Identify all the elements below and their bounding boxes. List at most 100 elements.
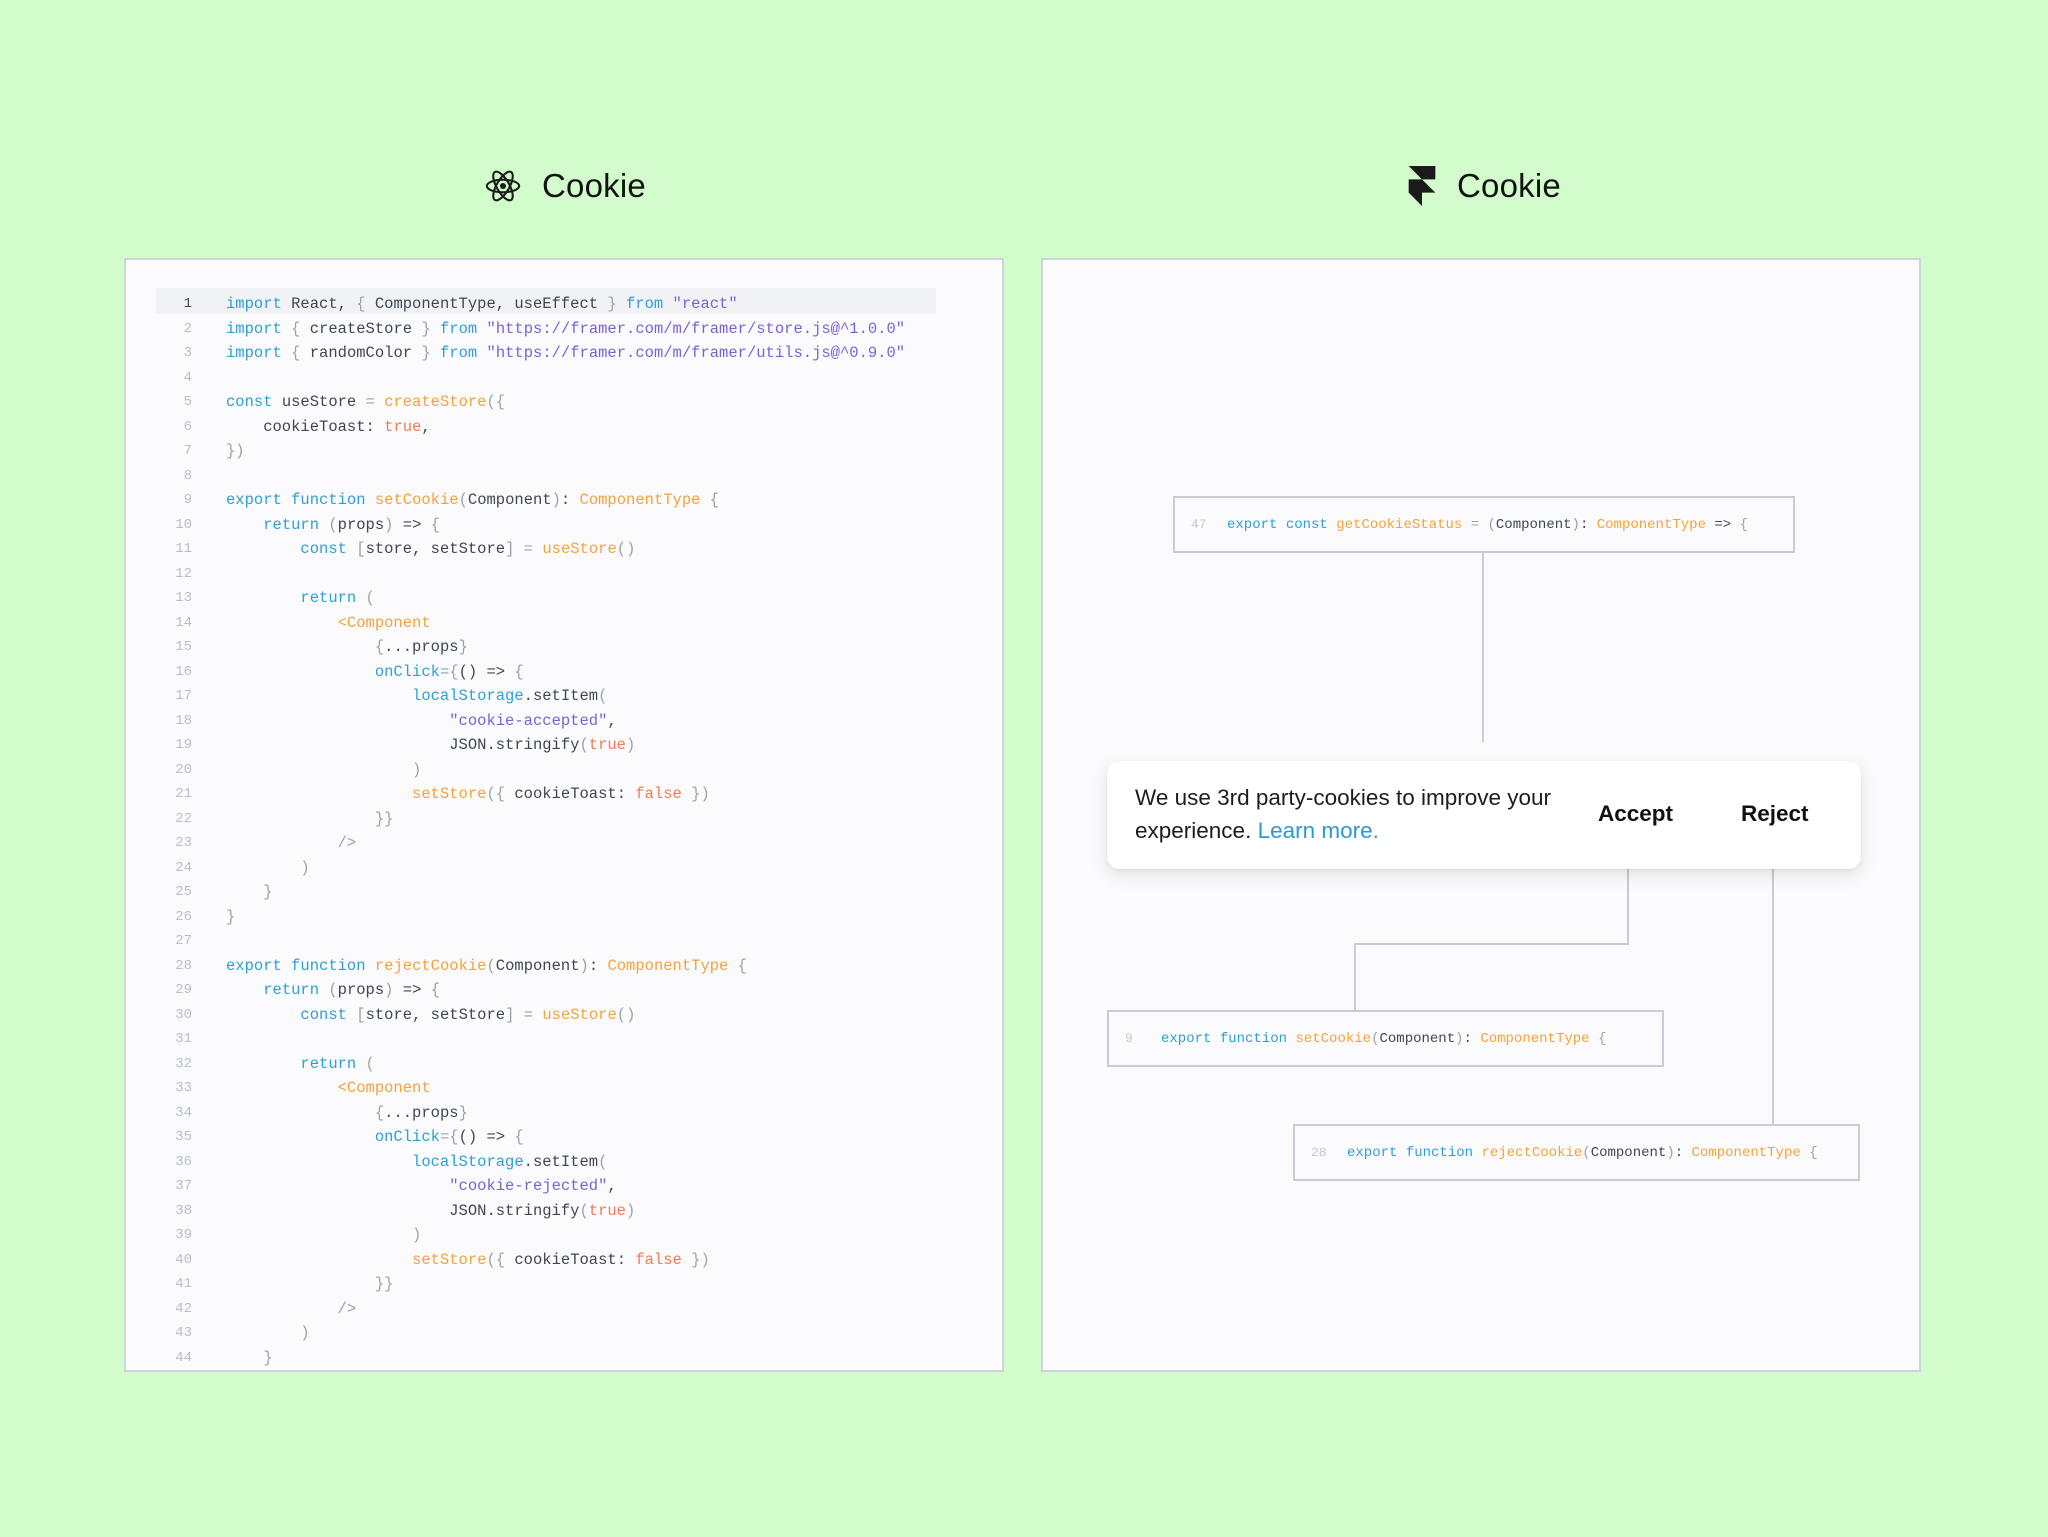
code-token: ( xyxy=(486,785,496,803)
code-token: : xyxy=(588,956,608,975)
line-source: } xyxy=(226,880,273,905)
code-token: false xyxy=(635,1250,682,1269)
code-token: Component xyxy=(1379,1030,1456,1047)
code-token: ( xyxy=(598,1152,608,1171)
code-token: }) xyxy=(691,785,710,803)
line-source: }} xyxy=(226,807,394,832)
line-number: 44 xyxy=(175,1349,192,1366)
code-token: ( xyxy=(328,515,338,534)
code-token: from xyxy=(439,319,478,338)
snippet-line-number: 47 xyxy=(1191,517,1207,532)
code-token: ] xyxy=(505,540,515,558)
code-editor-panel[interactable]: 1 import React, { ComponentType, useEffec… xyxy=(124,258,1004,1372)
code-token: store, setStore xyxy=(365,1005,506,1024)
code-token: /> xyxy=(337,1299,357,1318)
line-number: 33 xyxy=(175,1080,192,1096)
code-line: 37 "cookie-rejected", xyxy=(126,1174,1002,1199)
line-source: JSON.stringify(true) xyxy=(226,1199,635,1224)
code-line: 26} xyxy=(126,905,1002,930)
code-line: 27 xyxy=(126,929,1002,954)
code-line: 35 onClick={() => { xyxy=(126,1125,1002,1150)
line-number: 36 xyxy=(175,1153,192,1170)
code-line: 22 }} xyxy=(126,807,1002,832)
line-source: ) xyxy=(226,1321,309,1346)
reject-button[interactable]: Reject xyxy=(1741,801,1809,827)
line-source: /> xyxy=(226,1297,357,1322)
code-token: const xyxy=(300,1005,347,1024)
code-token: ComponentType xyxy=(1691,1144,1801,1161)
snippet-get-cookie-status[interactable]: 47 export const getCookieStatus = (Compo… xyxy=(1173,496,1795,553)
connector-accept-h xyxy=(1354,943,1629,945)
code-token: true xyxy=(588,1201,626,1220)
line-number: 39 xyxy=(175,1227,192,1243)
framer-icon xyxy=(1407,166,1437,206)
code-token: from xyxy=(439,344,478,362)
code-token: { xyxy=(737,956,747,975)
code-token: => xyxy=(393,981,431,999)
snippet-set-cookie[interactable]: 9 export function setCookie(Component): … xyxy=(1107,1010,1664,1067)
snippet-code: export function rejectCookie(Component):… xyxy=(1347,1145,1818,1161)
code-token: /> xyxy=(337,834,357,852)
code-token: ) xyxy=(1571,516,1580,533)
code-token: } xyxy=(263,883,273,901)
code-line: 21 setStore({ cookieToast: false }) xyxy=(126,782,1002,807)
code-token: { xyxy=(1739,516,1748,533)
line-number: 2 xyxy=(183,320,192,337)
react-icon xyxy=(484,167,522,205)
code-token: ( xyxy=(458,491,468,509)
code-token: ComponentType xyxy=(1480,1030,1590,1047)
code-token: ({ xyxy=(486,393,506,411)
code-token: from xyxy=(626,295,664,313)
code-line: 28 export function rejectCookie(Component… xyxy=(126,954,1002,979)
code-line: 29 return (props) => { xyxy=(126,978,1002,1003)
code-line: 39 ) xyxy=(126,1223,1002,1248)
line-number: 18 xyxy=(175,712,192,729)
line-number: 37 xyxy=(175,1178,192,1194)
code-token: Component xyxy=(1495,516,1572,533)
line-source: "cookie-accepted", xyxy=(226,709,616,734)
line-source: }) xyxy=(226,439,245,464)
code-line: 33 <Component xyxy=(126,1076,1002,1101)
snippet-reject-cookie[interactable]: 28 export function rejectCookie(Componen… xyxy=(1293,1124,1860,1181)
code-token: ) xyxy=(300,858,310,877)
code-token: , xyxy=(607,1177,617,1195)
code-token: ( xyxy=(1487,516,1496,533)
learn-more-link[interactable]: Learn more. xyxy=(1258,818,1379,843)
line-number: 32 xyxy=(175,1055,192,1072)
code-token: { xyxy=(374,1103,385,1122)
code-token: false xyxy=(635,785,682,803)
code-token: function xyxy=(291,956,366,975)
code-token: ) xyxy=(626,736,636,754)
line-number: 6 xyxy=(183,418,192,435)
code-token: } xyxy=(226,907,236,926)
code-token: createStore xyxy=(384,393,487,411)
code-token: ) xyxy=(579,956,589,975)
code-listing[interactable]: 1 import React, { ComponentType, useEffec… xyxy=(126,292,1002,1370)
code-token: ) xyxy=(1666,1144,1675,1161)
code-token: } xyxy=(421,319,431,338)
line-source: import { randomColor } from "https://fra… xyxy=(226,341,905,366)
line-number: 11 xyxy=(175,541,192,557)
code-token: ( xyxy=(579,1201,589,1220)
line-source: <Component xyxy=(226,1076,431,1101)
line-number: 31 xyxy=(175,1031,192,1047)
code-token: }} xyxy=(374,1275,394,1293)
accept-button[interactable]: Accept xyxy=(1598,801,1673,827)
